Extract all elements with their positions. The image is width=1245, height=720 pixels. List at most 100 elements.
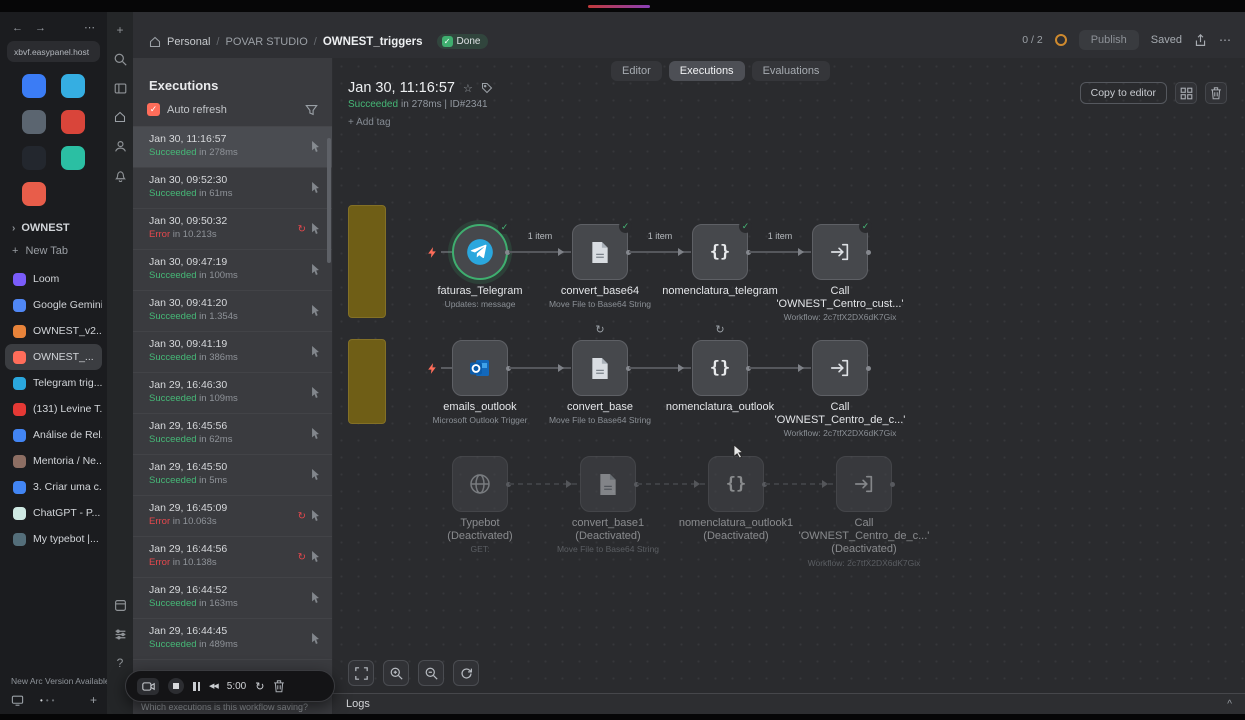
retry-icon[interactable]: ↻ (298, 511, 306, 522)
reset-zoom-button[interactable] (453, 660, 479, 686)
status-ring-icon[interactable] (1054, 34, 1067, 46)
workflow-node[interactable]: {} ↻ nomenclatura_outlook (666, 324, 774, 413)
home-icon[interactable] (112, 109, 128, 125)
tab-evaluations[interactable]: Evaluations (751, 61, 831, 81)
execution-list-item[interactable]: Jan 29, 16:45:50 Succeeded in 5ms (133, 455, 332, 496)
sidebar-tab[interactable]: Loom (5, 266, 102, 292)
execution-list-item[interactable]: Jan 30, 09:52:30 Succeeded in 61ms (133, 168, 332, 209)
sticky-note[interactable] (348, 339, 386, 424)
execution-list-item[interactable]: Jan 29, 16:44:52 Succeeded in 163ms (133, 578, 332, 619)
node-body[interactable] (580, 456, 639, 512)
execution-list-item[interactable]: Jan 29, 16:45:09 Error in 10.063s ↻ (133, 496, 332, 537)
node-body[interactable] (812, 340, 871, 396)
node-body[interactable] (452, 340, 511, 396)
sticky-note[interactable] (348, 205, 386, 318)
node-body[interactable]: ↻ (572, 324, 631, 396)
discard-recording-button[interactable] (273, 679, 285, 693)
zoom-in-button[interactable] (383, 660, 409, 686)
sidebar-tab[interactable]: Mentoria / Ne... (5, 448, 102, 474)
logs-bar[interactable]: Logs ^ (333, 693, 1245, 714)
sidebar-tab[interactable]: 3. Criar uma c... (5, 474, 102, 500)
add-tag-button[interactable]: + Add tag (348, 117, 493, 128)
user-icon[interactable] (112, 138, 128, 154)
execution-list-item[interactable]: Jan 30, 09:41:19 Succeeded in 386ms (133, 332, 332, 373)
execution-list-item[interactable]: Jan 30, 09:50:32 Error in 10.213s ↻ (133, 209, 332, 250)
breadcrumb-project[interactable]: POVAR STUDIO (225, 36, 307, 48)
sidebar-tab[interactable]: OWNEST_v2... (5, 318, 102, 344)
auto-refresh-checkbox[interactable]: ✓ (147, 103, 160, 116)
chevron-up-icon[interactable]: ^ (1227, 699, 1232, 710)
restart-recording-button[interactable]: ↻ (255, 680, 264, 693)
workflow-node[interactable]: emails_outlook Microsoft Outlook Trigger (433, 340, 527, 425)
sidebar-tab[interactable]: Google Gemini (5, 292, 102, 318)
camera-button[interactable] (137, 677, 159, 695)
execution-list-item[interactable]: Jan 29, 16:44:45 Succeeded in 489ms (133, 619, 332, 660)
breadcrumb-personal[interactable]: Personal (167, 36, 210, 48)
workflow-node[interactable]: ↻ convert_base Move File to Base64 String (549, 324, 651, 425)
filter-icon[interactable] (305, 104, 318, 116)
zoom-out-button[interactable] (418, 660, 444, 686)
sidebar-tab[interactable]: Telegram trig... (5, 370, 102, 396)
space-indicator[interactable]: ••• (40, 696, 57, 705)
pinned-app-1-icon[interactable] (21, 74, 46, 98)
tab-editor[interactable]: Editor (611, 61, 662, 81)
node-body[interactable]: ✓ (812, 220, 872, 280)
node-body[interactable] (836, 456, 895, 512)
node-body[interactable] (452, 456, 511, 512)
sidebar-tab[interactable]: OWNEST_... (5, 344, 102, 370)
panel-icon[interactable] (112, 80, 128, 96)
node-body[interactable]: {} ↻ (692, 324, 751, 396)
pinned-app-4-icon[interactable] (61, 110, 86, 134)
address-bar[interactable]: xbvf.easypanel.host (7, 41, 100, 62)
workflow-node[interactable]: ✓ Call 'OWNEST_Centro_cust...' Workflow: 2c… (776, 220, 904, 322)
breadcrumb-workflow[interactable]: OWNEST_triggers (323, 36, 423, 48)
bell-icon[interactable] (112, 167, 128, 183)
sidebar-tab[interactable]: Análise de Rel... (5, 422, 102, 448)
execution-list-item[interactable]: Jan 30, 09:41:20 Succeeded in 1.354s (133, 291, 332, 332)
workflow-canvas[interactable]: Editor Executions Evaluations Jan 30, 11:1… (333, 58, 1245, 714)
home-icon[interactable] (149, 36, 161, 48)
pause-button[interactable] (193, 681, 200, 691)
new-tab-button[interactable]: + New Tab (0, 236, 107, 266)
workflow-node[interactable]: ✓ convert_base64 Move File to Base64 Strin… (549, 220, 651, 309)
workflow-node[interactable]: {} nomenclatura_outlook1 (Deactivated) (679, 456, 793, 542)
delete-execution-button[interactable] (1205, 82, 1227, 104)
workflow-node[interactable]: ✓ faturas_Telegram Updates: message (438, 221, 523, 309)
node-body[interactable]: ✓ (572, 220, 632, 280)
execution-list-item[interactable]: Jan 29, 16:45:56 Succeeded in 62ms (133, 414, 332, 455)
sliders-icon[interactable] (112, 626, 128, 642)
tab-group-ownest[interactable]: › OWNEST (0, 212, 107, 236)
fit-view-button[interactable] (348, 660, 374, 686)
workflow-node[interactable]: Call 'OWNEST_Centro_de_c...' (Deactivated)… (799, 456, 929, 568)
search-icon[interactable] (112, 51, 128, 67)
pinned-app-7-icon[interactable] (21, 182, 46, 206)
rewind-icon[interactable]: ◀◀ (209, 682, 219, 690)
sidebar-tab[interactable]: (131) Levine T... (5, 396, 102, 422)
workflow-node[interactable]: Typebot (Deactivated) GET: (447, 456, 513, 554)
node-body[interactable]: ✓ (452, 221, 511, 280)
pinned-app-2-icon[interactable] (61, 74, 86, 98)
node-body[interactable]: {} (708, 456, 767, 512)
sidebar-tab[interactable]: My typebot |... (5, 526, 102, 552)
execution-list-item[interactable]: Jan 29, 16:46:30 Succeeded in 109ms (133, 373, 332, 414)
arc-update-banner[interactable]: New Arc Version Available (11, 676, 110, 686)
execution-list-item[interactable]: Jan 30, 11:16:57 Succeeded in 278ms (133, 127, 332, 168)
pinned-app-3-icon[interactable] (21, 110, 46, 134)
add-space-button[interactable]: + (90, 693, 97, 707)
copy-to-editor-button[interactable]: Copy to editor (1079, 82, 1167, 104)
sidebar-tab[interactable]: ChatGPT - P... (5, 500, 102, 526)
execution-list-item[interactable]: Jan 30, 09:47:19 Succeeded in 100ms (133, 250, 332, 291)
screen-share-icon[interactable] (11, 695, 24, 706)
execution-list-item[interactable]: Jan 29, 16:44:56 Error in 10.138s ↻ (133, 537, 332, 578)
scrollbar[interactable] (327, 138, 331, 263)
layout-grid-button[interactable] (1175, 82, 1197, 104)
stop-recording-button[interactable] (168, 678, 184, 694)
back-icon[interactable]: ← (12, 22, 23, 34)
tab-executions[interactable]: Executions (668, 61, 745, 81)
tag-icon[interactable] (481, 82, 493, 94)
sidebar-more-icon[interactable]: ⋯ (84, 21, 95, 34)
publish-button[interactable]: Publish (1078, 30, 1139, 50)
plus-icon[interactable]: + (112, 22, 128, 38)
box-icon[interactable] (112, 597, 128, 613)
help-icon[interactable]: ? (112, 655, 128, 671)
